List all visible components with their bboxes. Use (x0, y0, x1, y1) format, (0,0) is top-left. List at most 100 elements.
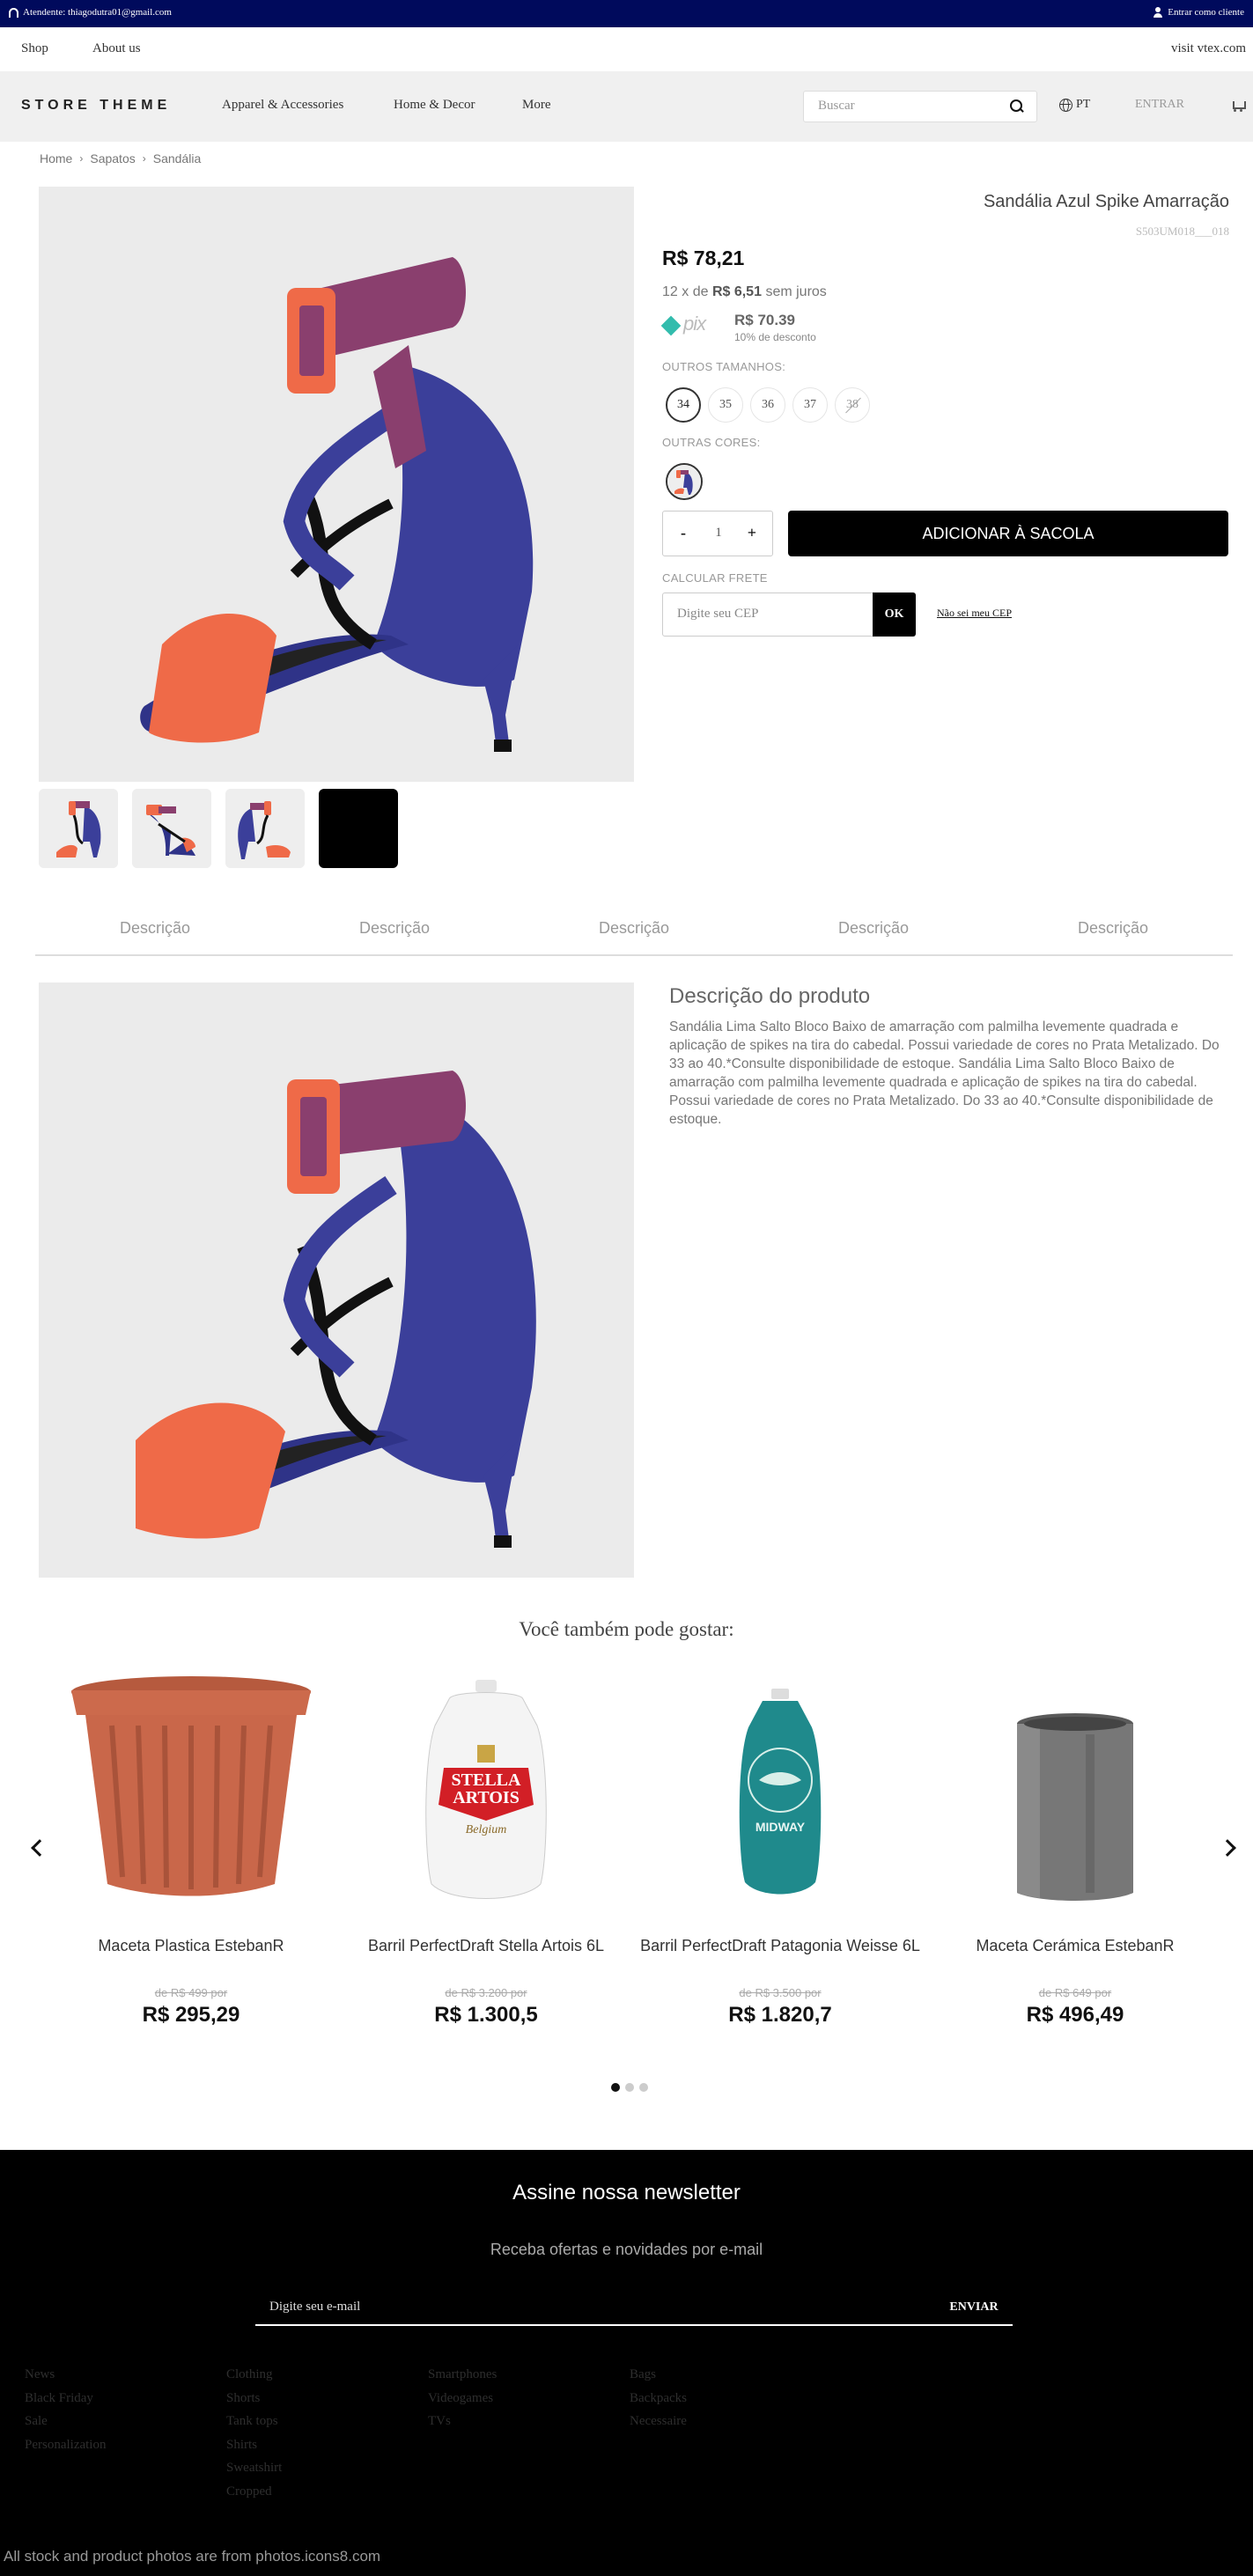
thumbnail-strip (39, 789, 398, 868)
login-as-client-label: Entrar como cliente (1168, 7, 1244, 18)
login-link[interactable]: ENTRAR (1135, 98, 1184, 112)
installments-prefix: 12 x de (662, 284, 709, 299)
menu-apparel[interactable]: Apparel & Accessories (222, 98, 343, 113)
store-logo[interactable]: STORE THEME (21, 98, 171, 114)
user-icon (1153, 7, 1163, 18)
tab-description-5[interactable]: Descrição (993, 907, 1233, 954)
tab-description-1[interactable]: Descrição (35, 907, 275, 954)
product-card-price: R$ 496,49 (1026, 2003, 1124, 2027)
product-name: Sandália Azul Spike Amarração (983, 192, 1229, 211)
ceramic-pot-image (1017, 1713, 1133, 1901)
login-as-client-link[interactable]: Entrar como cliente (1153, 7, 1244, 18)
product-card-price: R$ 295,29 (142, 2003, 240, 2027)
add-to-cart-button[interactable]: ADICIONAR À SACOLA (788, 511, 1228, 556)
product-card-old-price: de R$ 649 por (1038, 1986, 1112, 1999)
size-option[interactable]: 34 (666, 387, 701, 423)
attendant-email: Atendente: thiagodutra01@gmail.com (23, 7, 172, 18)
product-card-price: R$ 1.300,5 (434, 2003, 538, 2027)
unknown-cep-link[interactable]: Não sei meu CEP (937, 607, 1012, 620)
cart-icon[interactable] (1231, 99, 1246, 112)
carousel-prev-arrow-icon[interactable] (31, 1839, 48, 1857)
footer-link[interactable]: Necessaire (630, 2410, 687, 2433)
product-card[interactable]: MIDWAY Barril PerfectDraft Patagonia Wei… (639, 1673, 921, 2028)
carousel-dot[interactable] (611, 2083, 620, 2092)
installments: 12 x de R$ 6,51 sem juros (662, 284, 827, 300)
pix-logo: pix (660, 312, 726, 338)
sandal-thumbnail (39, 789, 118, 868)
thumbnail-3[interactable] (225, 789, 305, 868)
product-card-name: Barril PerfectDraft Patagonia Weisse 6L (640, 1937, 920, 1954)
footer-link[interactable]: Sweatshirt (226, 2456, 282, 2480)
about-link[interactable]: About us (92, 41, 141, 56)
footer-link[interactable]: News (25, 2363, 106, 2387)
tab-description-3[interactable]: Descrição (514, 907, 754, 954)
carousel-dot[interactable] (625, 2083, 634, 2092)
product-card[interactable]: Maceta Plastica EstebanR de R$ 499 por R… (50, 1673, 332, 2028)
product-card-image: STELLA ARTOIS Belgium (345, 1673, 627, 1910)
footer-link[interactable]: Black Friday (25, 2387, 106, 2410)
menu-more[interactable]: More (522, 98, 551, 113)
product-card-image (934, 1673, 1216, 1910)
cep-ok-button[interactable]: OK (873, 592, 916, 637)
product-price: R$ 78,21 (662, 247, 745, 269)
footer-link[interactable]: Shirts (226, 2433, 282, 2457)
newsletter-submit-button[interactable]: ENVIAR (935, 2291, 1013, 2326)
sandal-thumbnail (225, 789, 305, 868)
flower-pot-image (71, 1676, 311, 1896)
sandal-illustration (39, 187, 634, 782)
sandal-thumbnail (132, 789, 211, 868)
size-option[interactable]: 36 (750, 387, 785, 423)
visit-vtex-link[interactable]: visit vtex.com (1171, 41, 1246, 56)
cep-input[interactable] (677, 607, 853, 622)
size-option[interactable]: 37 (792, 387, 828, 423)
breadcrumb-sapatos[interactable]: Sapatos (90, 151, 135, 166)
newsletter-title: Assine nossa newsletter (512, 2181, 741, 2204)
quantity-increase-button[interactable]: + (748, 524, 756, 542)
headset-icon (9, 7, 18, 18)
language-selector[interactable]: PT (1059, 98, 1090, 112)
footer-link[interactable]: Personalization (25, 2433, 106, 2457)
product-main-image[interactable] (39, 187, 634, 782)
footer-link[interactable]: TVs (428, 2410, 497, 2433)
product-card-image (50, 1673, 332, 1910)
footer-link[interactable]: Shorts (226, 2387, 282, 2410)
carousel-dot[interactable] (639, 2083, 648, 2092)
footer-link[interactable]: Cropped (226, 2480, 282, 2504)
footer-link[interactable]: Tank tops (226, 2410, 282, 2433)
thumbnail-video[interactable] (319, 789, 398, 868)
footer-link[interactable]: Smartphones (428, 2363, 497, 2387)
breadcrumb-home[interactable]: Home (40, 151, 72, 166)
footer-link[interactable]: Backpacks (630, 2387, 687, 2410)
footer-link[interactable]: Videogames (428, 2387, 497, 2410)
footer-link[interactable]: Clothing (226, 2363, 282, 2387)
tab-description-4[interactable]: Descrição (754, 907, 993, 954)
sizes-label: OUTROS TAMANHOS: (662, 360, 786, 373)
footer-link[interactable]: Sale (25, 2410, 106, 2433)
carousel-next-arrow-icon[interactable] (1219, 1839, 1236, 1857)
size-option[interactable]: 38 (835, 387, 870, 423)
quantity-value[interactable]: 1 (663, 526, 774, 541)
search-icon[interactable] (1010, 99, 1024, 114)
product-sku: S503UM018___018 (1135, 224, 1229, 238)
thumbnail-1[interactable] (39, 789, 118, 868)
top-bar: Atendente: thiagodutra01@gmail.com Entra… (0, 0, 1253, 27)
newsletter-email-input[interactable] (269, 2300, 798, 2315)
menu-home-decor[interactable]: Home & Decor (394, 98, 475, 113)
quantity-stepper: - 1 + (662, 511, 773, 556)
product-card[interactable]: Maceta Cerámica EstebanR de R$ 649 por R… (934, 1673, 1216, 2028)
tab-description-2[interactable]: Descrição (275, 907, 514, 954)
chevron-right-icon: › (79, 152, 84, 165)
footer-link[interactable]: Bags (630, 2363, 687, 2387)
color-swatch[interactable] (666, 463, 703, 500)
installments-value: R$ 6,51 (711, 284, 762, 299)
colors-label: OUTRAS CORES: (662, 436, 761, 449)
product-tabs: Descrição Descrição Descrição Descrição … (35, 907, 1233, 956)
search-input[interactable] (818, 99, 994, 114)
thumbnail-2[interactable] (132, 789, 211, 868)
breadcrumb-sandalia[interactable]: Sandália (153, 151, 202, 166)
pix-price: R$ 70.39 (734, 312, 795, 328)
product-card[interactable]: STELLA ARTOIS Belgium Barril PerfectDraf… (345, 1673, 627, 2028)
footer-column-2: Clothing Shorts Tank tops Shirts Sweatsh… (226, 2363, 282, 2503)
size-option[interactable]: 35 (708, 387, 743, 423)
shop-link[interactable]: Shop (21, 41, 48, 56)
